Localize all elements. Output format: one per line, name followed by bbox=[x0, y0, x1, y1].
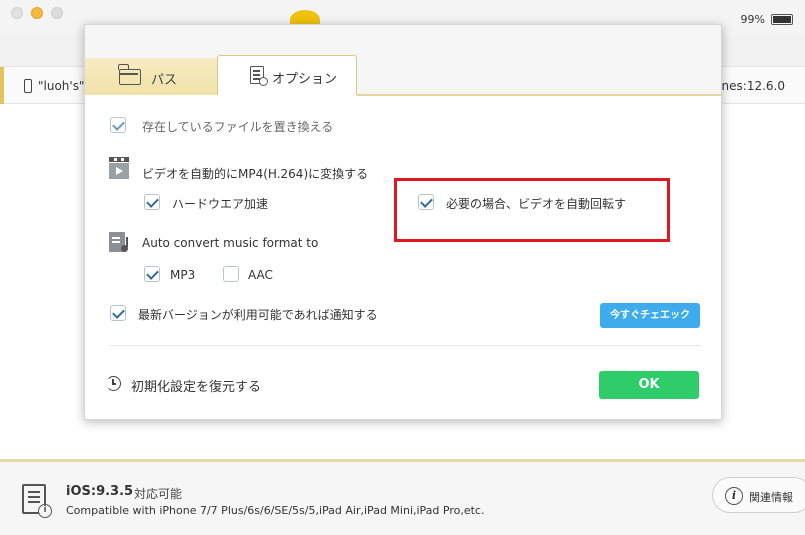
info-icon: i bbox=[725, 487, 743, 505]
close-window-button[interactable] bbox=[11, 7, 23, 19]
aac-label: AAC bbox=[248, 268, 273, 282]
video-icon bbox=[109, 157, 129, 179]
ios-version: iOS:9.3.5 bbox=[66, 484, 134, 499]
tab-path[interactable]: パス bbox=[85, 58, 217, 95]
device-name[interactable]: "luoh's" bbox=[38, 79, 84, 93]
mp3-checkbox[interactable] bbox=[144, 266, 160, 282]
footer: i iOS:9.3.5 対応可能 Compatible with iPhone … bbox=[0, 459, 805, 535]
restore-history-icon[interactable] bbox=[106, 376, 121, 391]
hardware-accel-label: ハードウエア加速 bbox=[172, 197, 269, 211]
itunes-version: nes:12.6.0 bbox=[721, 79, 785, 93]
notify-update-label: 最新バージョンが利用可能であれば通知する bbox=[138, 308, 378, 322]
dialog-divider bbox=[109, 345, 701, 346]
zoom-window-button[interactable] bbox=[51, 7, 63, 19]
notify-update-checkbox[interactable] bbox=[110, 305, 126, 321]
check-now-button[interactable]: 今すぐチェエック bbox=[600, 303, 700, 328]
tab-options[interactable]: オプション bbox=[217, 55, 357, 95]
music-convert-label: Auto convert music format to bbox=[142, 236, 319, 250]
info-badge-icon: i bbox=[38, 504, 52, 518]
ok-button[interactable]: OK bbox=[599, 371, 699, 399]
tab-options-label: オプション bbox=[272, 72, 338, 87]
music-file-icon bbox=[109, 232, 128, 254]
tab-path-label: パス bbox=[151, 73, 178, 88]
compatibility-text: Compatible with iPhone 7/7 Plus/6s/6/SE/… bbox=[66, 504, 485, 517]
options-icon bbox=[250, 66, 268, 86]
related-info-button[interactable]: i 関連情報 bbox=[712, 477, 805, 513]
highlight-box bbox=[394, 178, 670, 242]
folder-icon bbox=[118, 64, 141, 85]
tab-underline bbox=[357, 94, 721, 96]
ios-supported-label: 対応可能 bbox=[134, 487, 183, 501]
aac-checkbox[interactable] bbox=[223, 266, 239, 282]
related-info-label: 関連情報 bbox=[749, 491, 793, 504]
dialog-tab-bar: パス オプション bbox=[85, 25, 721, 95]
phone-icon bbox=[24, 79, 32, 93]
restore-defaults-link[interactable]: 初期化設定を復元する bbox=[131, 376, 261, 395]
video-convert-label: ビデオを自動的にMP4(H.264)に変換する bbox=[142, 167, 369, 181]
minimize-window-button[interactable] bbox=[31, 7, 43, 19]
replace-existing-label: 存在しているファイルを置き換える bbox=[142, 120, 334, 134]
battery-percent: 99% bbox=[740, 13, 765, 26]
mp3-label: MP3 bbox=[170, 268, 196, 282]
replace-existing-checkbox[interactable] bbox=[110, 117, 126, 133]
hardware-accel-checkbox[interactable] bbox=[144, 194, 160, 210]
battery-icon bbox=[771, 14, 793, 25]
